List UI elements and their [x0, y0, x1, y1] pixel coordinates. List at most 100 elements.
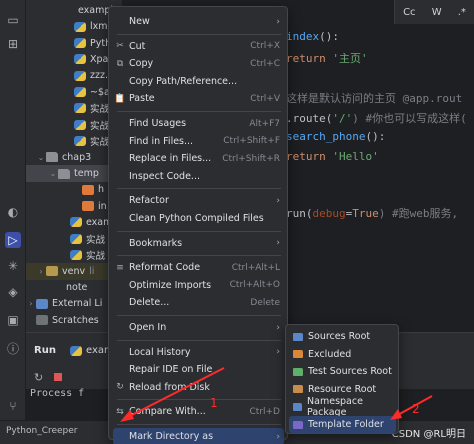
menu-item-label: Bookmarks	[129, 237, 183, 249]
menu-item-shortcut: Alt+F7	[249, 118, 280, 129]
activity-bar: ▭ ⊞ ◐ ▷ ✳ ◈ ▣ ⓘ ⑂	[0, 0, 26, 444]
structure-icon[interactable]: ⊞	[5, 36, 21, 52]
status-project-name[interactable]: Python_Creeper	[6, 426, 78, 436]
tree-item-suffix: li	[89, 265, 95, 277]
rerun-icon[interactable]: ↻	[34, 371, 43, 384]
code-token: return	[286, 52, 333, 65]
stop-icon[interactable]	[54, 373, 62, 381]
menu-item-label: Replace in Files...	[129, 153, 212, 165]
menu-item-reformat-code[interactable]: ≡ Reformat Code Ctrl+Alt+L	[113, 259, 284, 276]
run-icon[interactable]: ▷	[5, 232, 21, 248]
menu-item-compare-with[interactable]: ⇆ Compare With... Ctrl+D	[113, 403, 284, 420]
debug-icon[interactable]: ✳	[5, 258, 21, 274]
submenu-item-namespace-package[interactable]: Namespace Package	[289, 395, 396, 418]
menu-item-copy[interactable]: ⧉ Copy Ctrl+C	[113, 55, 284, 72]
terminal-icon[interactable]: ▣	[5, 312, 21, 328]
folder-icon	[293, 350, 303, 359]
watermark: CSDN @RL明日	[391, 429, 466, 440]
menu-item-optimize-imports[interactable]: Optimize Imports Ctrl+Alt+O	[113, 277, 284, 294]
chevron-right-icon[interactable]: ›	[26, 299, 36, 308]
menu-item-inspect-code[interactable]: Inspect Code...	[113, 168, 284, 185]
menu-item-repair-ide-on-file[interactable]: Repair IDE on File	[113, 361, 284, 378]
tree-item-label: 实战	[86, 234, 106, 246]
menu-item-shortcut: Delete	[250, 297, 280, 308]
python-file-icon	[74, 70, 86, 81]
tree-item-label: 实战	[90, 104, 110, 116]
git-icon[interactable]: ⑂	[5, 398, 21, 414]
menu-item-find-in-files[interactable]: Find in Files... Ctrl+Shift+F	[113, 133, 284, 150]
chevron-right-icon[interactable]: ›	[36, 267, 46, 276]
tree-item-label: zzz.	[90, 70, 108, 82]
folder-icon	[46, 152, 58, 163]
menu-item-refactor[interactable]: Refactor ›	[113, 192, 284, 209]
menu-separator	[117, 424, 281, 425]
menu-item-label: Cut	[129, 40, 146, 52]
menu-item-shortcut: Ctrl+C	[250, 58, 280, 69]
menu-item-reload-from-disk[interactable]: ↻ Reload from Disk	[113, 379, 284, 396]
menu-separator	[117, 188, 281, 190]
menu-item-local-history[interactable]: Local History ›	[113, 344, 284, 361]
code-token: run(	[286, 207, 313, 220]
problems-icon[interactable]: ⓘ	[5, 340, 21, 356]
menu-item-replace-in-files[interactable]: Replace in Files... Ctrl+Shift+R	[113, 150, 284, 167]
run-tab[interactable]: Run	[34, 345, 56, 356]
chevron-down-icon[interactable]: ⌄	[36, 153, 46, 162]
regex-toggle[interactable]: .*	[458, 7, 466, 18]
python-console-icon[interactable]: ◐	[5, 204, 21, 220]
tree-item-label: 实战	[86, 251, 106, 262]
menu-item-find-usages[interactable]: Find Usages Alt+F7	[113, 115, 284, 132]
paste-icon: 📋	[114, 93, 126, 104]
chevron-down-icon[interactable]: ⌄	[48, 169, 58, 178]
tree-item-label: 实战	[90, 120, 110, 132]
menu-item-clean-python-compiled-files[interactable]: Clean Python Compiled Files	[113, 210, 284, 227]
menu-item-shortcut: Ctrl+Shift+R	[222, 153, 280, 164]
tree-item-label: in	[98, 200, 107, 212]
menu-item-label: New	[129, 16, 150, 27]
html-file-icon	[82, 184, 94, 195]
menu-item-open-in[interactable]: Open In ›	[113, 319, 284, 336]
menu-item-label: Refactor	[129, 195, 169, 207]
code-token: debug	[312, 207, 346, 220]
menu-item-shortcut: Ctrl+Alt+L	[231, 262, 280, 273]
submenu-item-test-sources-root[interactable]: Test Sources Root	[289, 363, 396, 380]
submenu-item-template-folder[interactable]: Template Folder	[289, 416, 396, 433]
code-line: return 'Hello'	[286, 150, 379, 163]
folder-icon	[293, 402, 303, 411]
folder-icon	[293, 332, 303, 341]
code-line: search_phone():	[286, 130, 385, 143]
menu-item-cut[interactable]: ✂ Cut Ctrl+X	[113, 38, 284, 55]
submenu-item-excluded[interactable]: Excluded	[289, 346, 396, 363]
menu-item-new[interactable]: New ›	[113, 13, 284, 30]
python-file-icon	[74, 38, 86, 49]
whole-word-toggle[interactable]: W	[432, 7, 442, 18]
folder-icon	[293, 385, 303, 394]
code-token: ():	[319, 30, 339, 43]
menu-item-copy-path-reference[interactable]: Copy Path/Reference...	[113, 73, 284, 90]
match-case-toggle[interactable]: Cc	[403, 7, 415, 18]
menu-item-shortcut: Ctrl+V	[250, 93, 280, 104]
library-icon	[36, 298, 48, 309]
code-token: 这样是默认访问的主页 @app.rout	[286, 92, 463, 105]
menu-item-paste[interactable]: 📋 Paste Ctrl+V	[113, 90, 284, 107]
menu-item-delete[interactable]: Delete... Delete	[113, 294, 284, 311]
code-token: return	[286, 150, 333, 163]
menu-item-bookmarks[interactable]: Bookmarks ›	[113, 235, 284, 252]
code-token: ():	[365, 130, 386, 143]
code-line: run(debug=True) #跑web服务,	[286, 205, 458, 221]
menu-separator	[117, 315, 281, 316]
submenu-item-label: Resource Root	[308, 383, 377, 395]
submenu-item-label: Excluded	[308, 348, 352, 360]
menu-item-label: Local History	[129, 346, 191, 358]
submenu-item-sources-root[interactable]: Sources Root	[289, 328, 396, 345]
layers-icon[interactable]: ◈	[5, 284, 21, 300]
submenu-item-label: Namespace Package	[307, 395, 363, 418]
menu-item-mark-directory-as[interactable]: Mark Directory as ›	[113, 428, 284, 444]
code-token: .route(	[286, 112, 333, 125]
folder-icon[interactable]: ▭	[5, 12, 21, 28]
process-output: Process f	[30, 388, 85, 399]
code-line: return '主页'	[286, 50, 368, 66]
chevron-right-icon: ›	[276, 322, 280, 333]
python-file-icon	[70, 217, 82, 228]
menu-separator	[117, 255, 281, 257]
mark-directory-submenu: Sources Root Excluded Test Sources Root Res…	[285, 324, 399, 434]
